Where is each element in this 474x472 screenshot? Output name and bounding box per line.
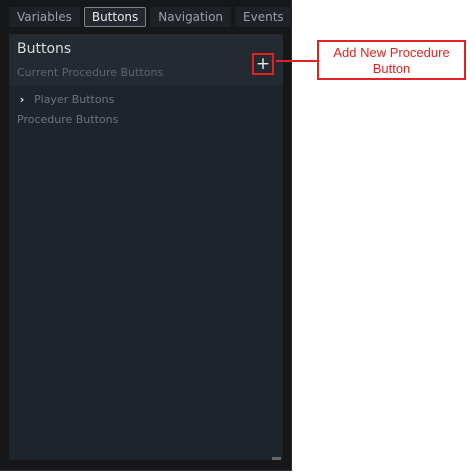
tab-bar: Variables Buttons Navigation Events	[9, 7, 292, 27]
buttons-panel: Buttons Current Procedure Buttons + › Pl…	[9, 34, 283, 460]
annotation-text-line-2: Button	[372, 61, 411, 76]
procedure-buttons-label: Procedure Buttons	[17, 113, 119, 126]
annotation-text-line-1: Add New Procedure	[333, 45, 450, 60]
annotation-connector-line	[276, 60, 317, 62]
resize-grip-icon[interactable]	[272, 457, 281, 460]
panel-title: Buttons	[17, 41, 72, 57]
chevron-right-icon: ›	[19, 92, 25, 106]
player-buttons-label: Player Buttons	[34, 92, 115, 106]
panel-subtitle: Current Procedure Buttons	[17, 66, 164, 79]
tab-buttons[interactable]: Buttons	[83, 7, 147, 27]
tab-events[interactable]: Events	[235, 7, 292, 27]
plus-icon: +	[255, 54, 271, 74]
tab-navigation[interactable]: Navigation	[150, 7, 232, 27]
add-procedure-button[interactable]: +	[252, 53, 274, 75]
player-buttons-foldout[interactable]: › Player Buttons	[17, 91, 115, 107]
buttons-editor-window: Variables Buttons Navigation Events Butt…	[0, 0, 292, 471]
panel-header: Buttons Current Procedure Buttons +	[9, 34, 283, 86]
tab-variables[interactable]: Variables	[9, 7, 80, 27]
annotation-callout: Add New Procedure Button	[317, 40, 466, 80]
